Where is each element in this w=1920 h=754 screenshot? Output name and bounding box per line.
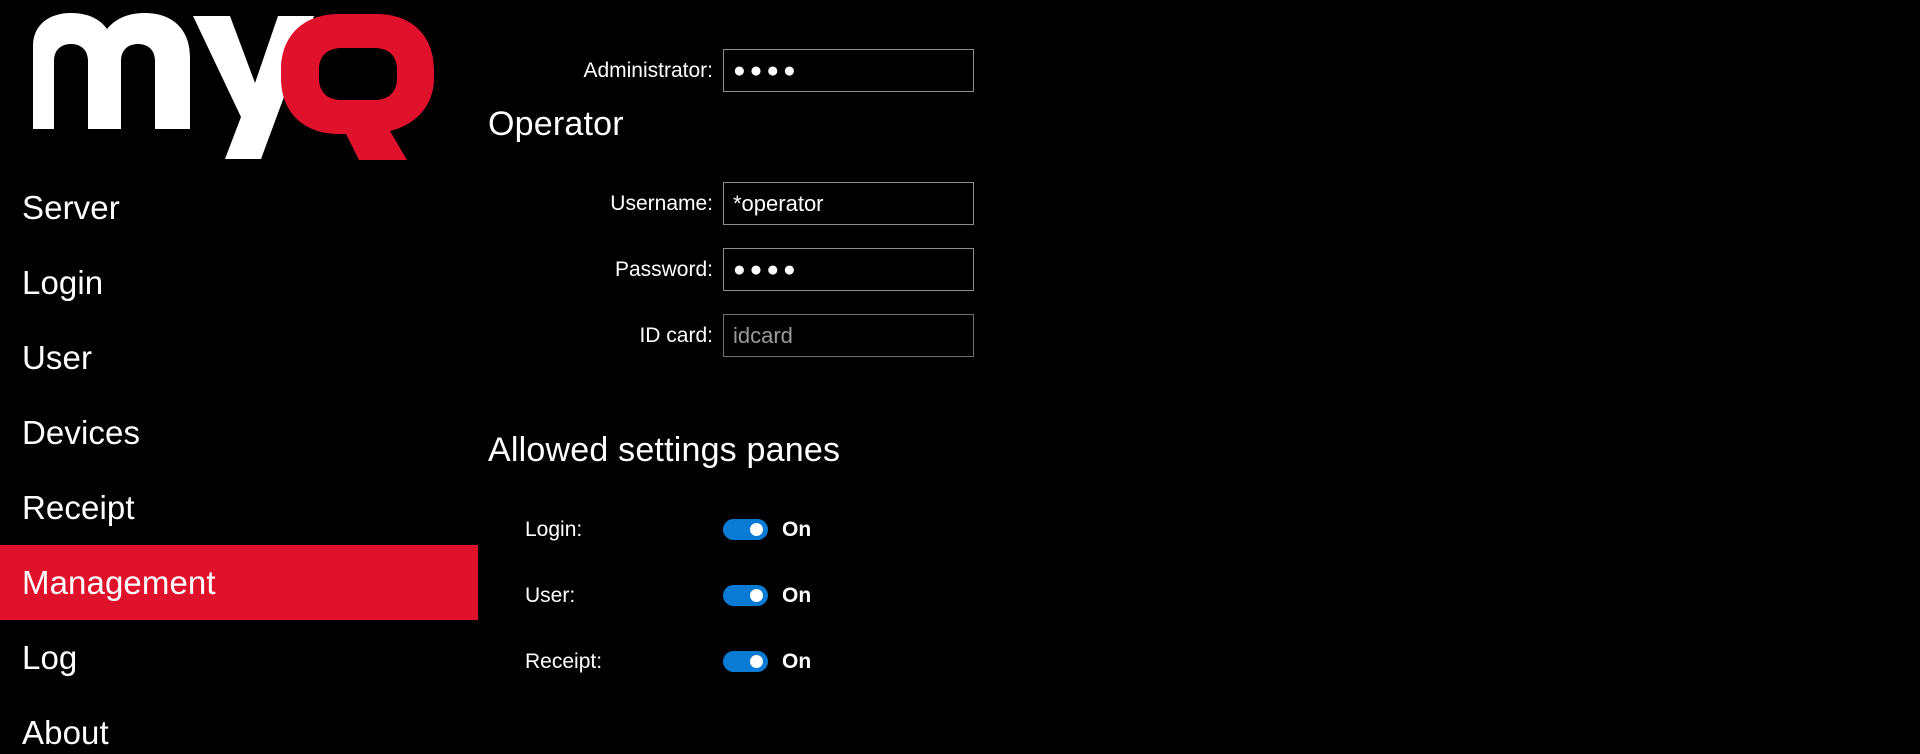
sidebar-item-server[interactable]: Server [0,170,478,245]
myq-logo [33,12,443,162]
operator-section-heading: Operator [488,105,624,143]
administrator-label: Administrator: [583,59,713,82]
operator-username-label: Username: [610,192,713,215]
sidebar-item-label: Server [22,189,120,226]
operator-idcard-label: ID card: [639,324,713,347]
sidebar-item-management[interactable]: Management [0,545,478,620]
allowed-pane-receipt-row: Receipt: On [478,651,811,672]
sidebar-item-label: User [22,339,93,376]
management-settings-panel: Administrator: ●●●● Operator Username: P… [478,0,1920,754]
allowed-panes-heading: Allowed settings panes [488,431,841,469]
sidebar-item-label: Log [22,639,78,676]
operator-idcard-row: ID card: [478,314,974,357]
sidebar: Server Login User Devices Receipt Manage… [0,0,478,754]
sidebar-item-label: Devices [22,414,141,451]
operator-password-field[interactable]: ●●●● [723,248,974,291]
sidebar-item-log[interactable]: Log [0,620,478,695]
allowed-pane-user-label: User: [525,584,576,607]
toggle-knob-icon [750,523,763,536]
sidebar-item-label: Login [22,264,104,301]
allowed-pane-login-state: On [782,518,812,541]
allowed-pane-user-row: User: On [478,585,811,606]
allowed-pane-receipt-label: Receipt: [525,650,603,673]
operator-password-row: Password: ●●●● [478,248,974,291]
sidebar-nav: Server Login User Devices Receipt Manage… [0,170,478,754]
allowed-pane-user-state: On [782,584,812,607]
allowed-pane-receipt-toggle[interactable] [723,651,768,672]
sidebar-item-login[interactable]: Login [0,245,478,320]
allowed-pane-user-toggle[interactable] [723,585,768,606]
sidebar-item-user[interactable]: User [0,320,478,395]
administrator-row: Administrator: ●●●● [478,49,974,92]
sidebar-item-receipt[interactable]: Receipt [0,470,478,545]
operator-password-label: Password: [614,258,713,281]
allowed-pane-login-label: Login: [525,518,583,541]
operator-username-row: Username: [478,182,974,225]
toggle-knob-icon [750,655,763,668]
sidebar-item-devices[interactable]: Devices [0,395,478,470]
sidebar-item-label: Management [22,564,216,601]
allowed-pane-login-row: Login: On [478,519,811,540]
operator-username-input[interactable] [723,182,974,225]
allowed-pane-login-toggle[interactable] [723,519,768,540]
administrator-password-field[interactable]: ●●●● [723,49,974,92]
toggle-knob-icon [750,589,763,602]
sidebar-item-label: Receipt [22,489,135,526]
sidebar-item-about[interactable]: About [0,695,478,754]
operator-idcard-input[interactable] [723,314,974,357]
sidebar-item-label: About [22,714,109,751]
allowed-pane-receipt-state: On [782,650,812,673]
